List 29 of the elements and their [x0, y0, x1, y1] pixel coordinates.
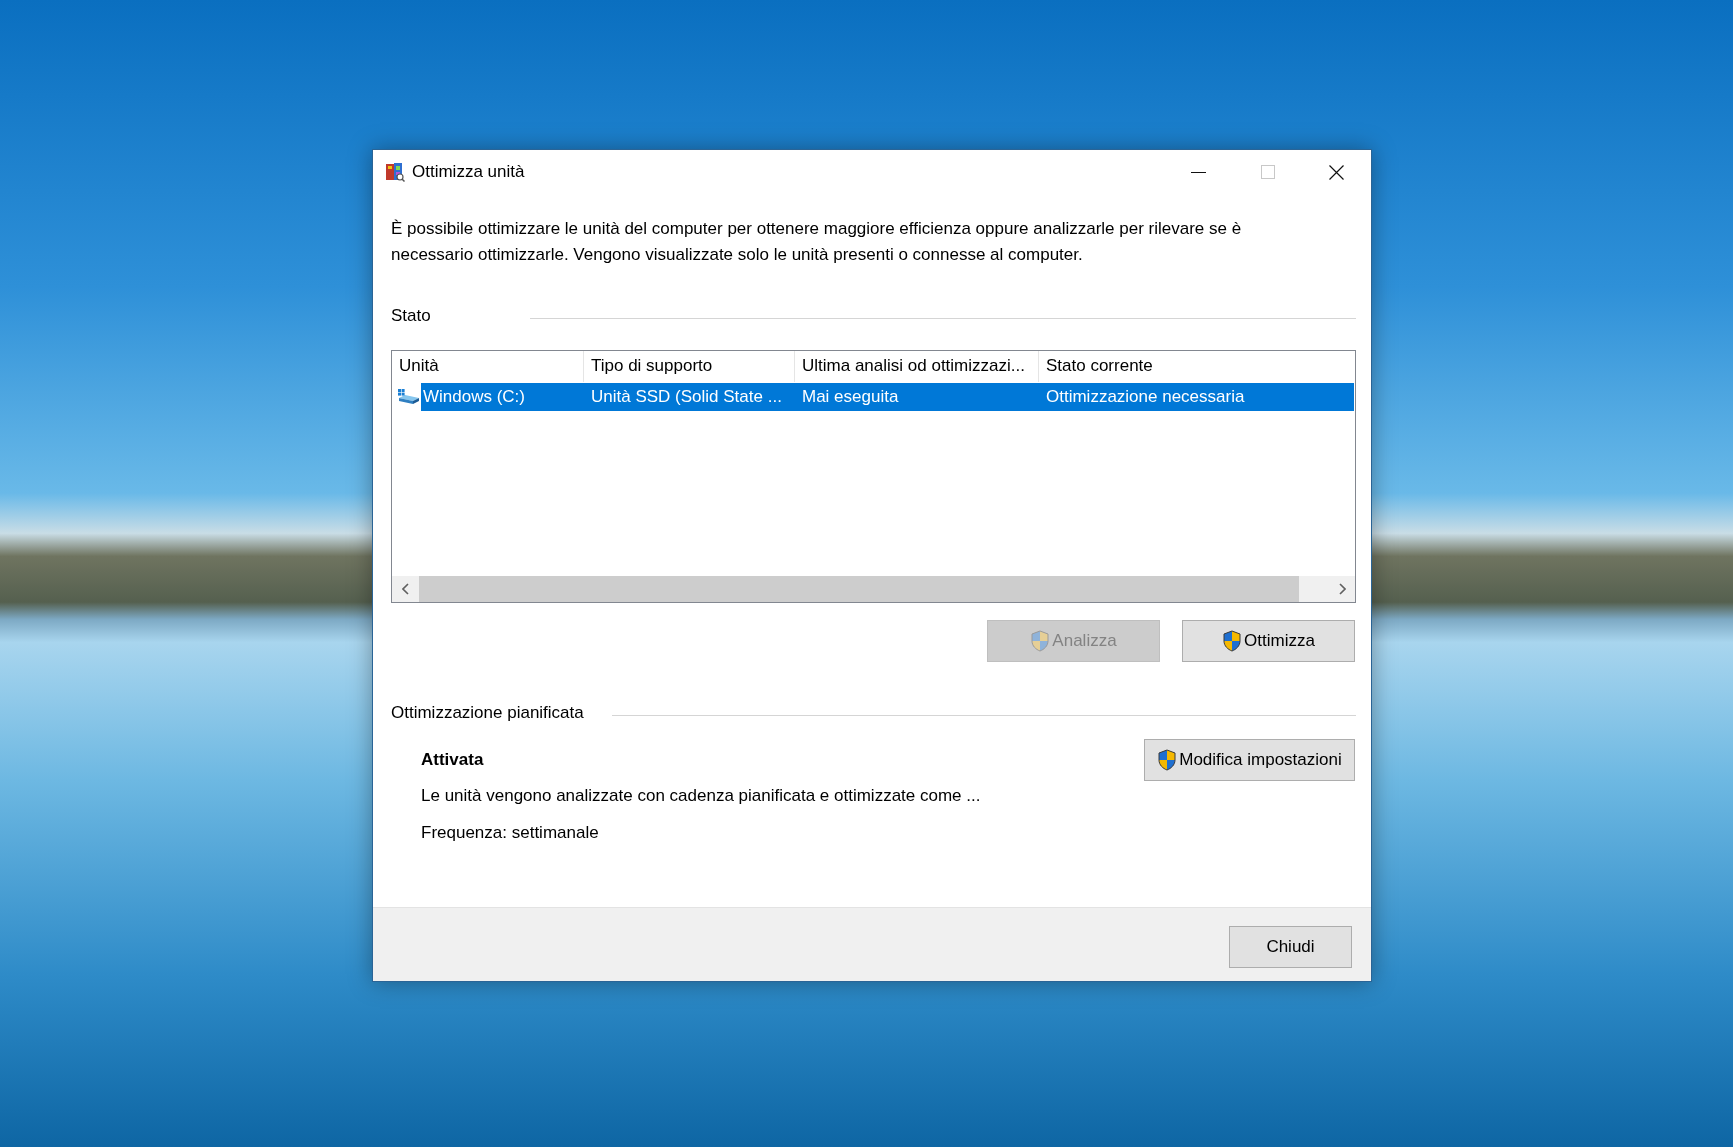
window-title: Ottimizza unità [412, 162, 526, 182]
table-cell-text: Unità SSD (Solid State ... [590, 386, 783, 408]
column-header[interactable]: Unità [392, 351, 584, 382]
column-header[interactable]: Tipo di supporto [584, 351, 795, 382]
column-header[interactable]: Stato corrente [1039, 351, 1355, 382]
table-cell-text: Mai eseguita [801, 386, 900, 408]
close-icon [1329, 164, 1344, 180]
section-heading: Ottimizzazione pianificata [391, 702, 584, 724]
optimize-button[interactable]: Ottimizza [1182, 620, 1355, 662]
frequency-text: Frequenza: settimanale [421, 822, 599, 844]
app-icon [385, 162, 405, 182]
table-cell-text: Windows (C:) [422, 386, 526, 408]
chevron-left-icon [402, 583, 409, 595]
shield-icon [1222, 630, 1243, 652]
schedule-description: Le unità vengono analizzate con cadenza pianificata e ottimizzate come ... [421, 785, 981, 807]
table-row[interactable]: Windows (C:) Unità SSD (Solid State ... Mai eseguita Ottimizzazione necessaria [421, 383, 1354, 411]
chevron-right-icon [1338, 583, 1346, 595]
section-heading: Stato [391, 305, 432, 327]
column-header[interactable]: Ultima analisi od ottimizzazi... [795, 351, 1039, 382]
maximize-icon [1260, 165, 1275, 179]
shield-icon [1157, 749, 1178, 771]
close-dialog-button[interactable]: Chiudi [1229, 926, 1352, 968]
description-text: È possibile ottimizzare le unità del computer per ottenere maggiore efficienza oppure analizzarle per rilevare se è necessario ottimizzarle. Vengono visualizzate solo le unità presenti o connesse al computer. [391, 218, 1243, 266]
schedule-status: Attivata [421, 749, 484, 771]
minimize-icon [1191, 171, 1206, 173]
drive-icon [397, 389, 419, 405]
shield-icon [1030, 630, 1051, 652]
table-cell-text: Ottimizzazione necessaria [1045, 386, 1246, 408]
change-settings-button[interactable]: Modifica impostazioni [1144, 739, 1355, 781]
